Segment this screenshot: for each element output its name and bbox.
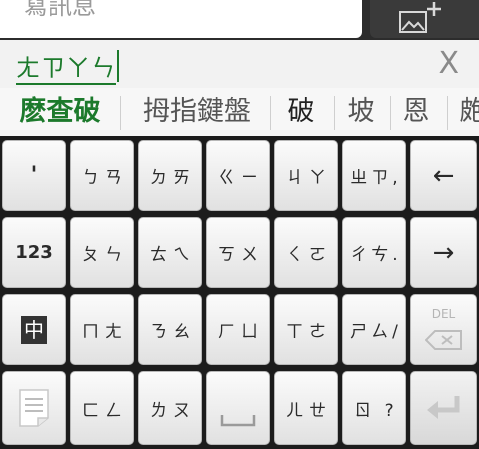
candidate-item[interactable]: 破 bbox=[276, 88, 326, 136]
numbers-mode-key[interactable]: 123 bbox=[2, 217, 66, 288]
key-x-e[interactable]: ㄒㄜ bbox=[274, 294, 338, 365]
composition-text[interactable]: ㄤㄗㄚㄣ bbox=[16, 48, 119, 85]
key-q-o[interactable]: ㄑㄛ bbox=[274, 217, 338, 288]
key-h-yu[interactable]: ㄏㄩ bbox=[206, 294, 270, 365]
arrow-left-icon: ← bbox=[432, 160, 455, 191]
space-bar-icon bbox=[220, 415, 256, 427]
candidate-bar: 麽查破 拇指鍵盤 破 坡 恩 皰 bbox=[0, 88, 479, 136]
candidate-item[interactable]: 坡 bbox=[338, 88, 384, 136]
attach-image-button[interactable] bbox=[370, 0, 479, 38]
candidate-divider bbox=[447, 96, 448, 130]
candidate-item[interactable]: 麽查破 bbox=[14, 88, 106, 136]
top-bar: 寫訊息 bbox=[0, 0, 479, 40]
clear-composition-button[interactable]: X bbox=[438, 46, 459, 81]
candidate-divider bbox=[270, 96, 271, 130]
key-p-en[interactable]: ㄆㄣ bbox=[70, 217, 134, 288]
space-key[interactable] bbox=[206, 371, 270, 445]
key-ch-c[interactable]: ㄔㄘ. bbox=[342, 217, 406, 288]
candidate-divider bbox=[120, 96, 121, 130]
zhuyin-keyboard: ' ㄅㄢ ㄉㄞ ㄍㄧ ㄐㄚ ㄓㄗ, ← 123 ㄆㄣ ㄊㄟ ㄎㄨ ㄑㄛ ㄔㄘ. … bbox=[0, 136, 479, 449]
message-input[interactable]: 寫訊息 bbox=[0, 0, 362, 38]
delete-key[interactable]: DEL bbox=[410, 294, 477, 365]
key-f-eng[interactable]: ㄈㄥ bbox=[70, 371, 134, 445]
notes-key[interactable] bbox=[2, 371, 66, 445]
cursor-right-key[interactable]: → bbox=[410, 217, 477, 288]
key-apostrophe[interactable]: ' bbox=[2, 140, 66, 211]
candidate-item[interactable]: 皰 bbox=[453, 88, 479, 136]
note-page-icon bbox=[19, 389, 49, 427]
key-r-question[interactable]: ㄖ ? bbox=[342, 371, 406, 445]
backspace-icon bbox=[424, 329, 462, 350]
key-g-i[interactable]: ㄍㄧ bbox=[206, 140, 270, 211]
text-caret bbox=[117, 50, 119, 82]
add-image-icon bbox=[399, 2, 441, 33]
enter-icon bbox=[426, 396, 459, 419]
composition-bar: ㄤㄗㄚㄣ X bbox=[0, 40, 479, 88]
candidate-item[interactable]: 恩 bbox=[393, 88, 439, 136]
key-t-ei[interactable]: ㄊㄟ bbox=[138, 217, 202, 288]
candidate-item[interactable]: 拇指鍵盤 bbox=[133, 88, 261, 136]
key-l-ou[interactable]: ㄌㄡ bbox=[138, 371, 202, 445]
key-j-a[interactable]: ㄐㄚ bbox=[274, 140, 338, 211]
key-sh-s[interactable]: ㄕㄙ/ bbox=[342, 294, 406, 365]
composition-string: ㄤㄗㄚㄣ bbox=[16, 54, 116, 85]
key-er-eh[interactable]: ㄦㄝ bbox=[274, 371, 338, 445]
key-zh-z[interactable]: ㄓㄗ, bbox=[342, 140, 406, 211]
key-k-u[interactable]: ㄎㄨ bbox=[206, 217, 270, 288]
chinese-mode-key[interactable]: 中 bbox=[2, 294, 66, 365]
candidate-divider bbox=[334, 96, 335, 130]
arrow-right-icon: → bbox=[432, 237, 455, 268]
candidate-divider bbox=[390, 96, 391, 130]
message-placeholder: 寫訊息 bbox=[24, 0, 96, 20]
key-d-ai[interactable]: ㄉㄞ bbox=[138, 140, 202, 211]
delete-label: DEL bbox=[431, 307, 456, 321]
cursor-left-key[interactable]: ← bbox=[410, 140, 477, 211]
enter-key[interactable] bbox=[410, 371, 477, 445]
key-m-ang[interactable]: ㄇㄤ bbox=[70, 294, 134, 365]
key-n-ao[interactable]: ㄋㄠ bbox=[138, 294, 202, 365]
key-b-an[interactable]: ㄅㄢ bbox=[70, 140, 134, 211]
